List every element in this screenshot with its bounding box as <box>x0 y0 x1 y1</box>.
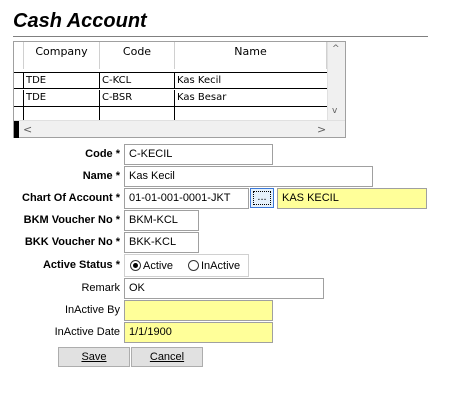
name-field[interactable]: Kas Kecil <box>124 166 373 187</box>
bkm-voucher-label: BKM Voucher No * <box>23 214 120 226</box>
column-header-code[interactable]: Code <box>100 42 175 69</box>
inactive-date-field: 1/1/1900 <box>124 322 273 343</box>
row-selector[interactable] <box>14 73 24 89</box>
window-title: Cash Account <box>13 10 147 32</box>
cell-code[interactable]: C-KCL <box>100 73 175 89</box>
scroll-up-icon[interactable]: ^ <box>332 44 340 54</box>
bkk-voucher-label: BKK Voucher No * <box>24 236 120 248</box>
cancel-button[interactable]: Cancel <box>131 347 203 367</box>
code-field[interactable]: C-KECIL <box>124 144 273 165</box>
active-status-label: Active Status * <box>42 259 120 271</box>
chart-of-account-label: Chart Of Account * <box>22 192 120 204</box>
row-selector-header <box>14 42 24 69</box>
radio-checked-icon[interactable] <box>130 260 141 271</box>
scroll-down-icon[interactable]: v <box>332 106 337 116</box>
save-button-label: Save <box>81 351 107 363</box>
bkk-voucher-field[interactable]: BKK-KCL <box>124 232 199 253</box>
radio-active[interactable]: Active <box>130 260 173 272</box>
cash-account-grid[interactable]: Company Code Name TDE C-KCL Kas Kecil TD… <box>13 41 346 138</box>
column-header-company[interactable]: Company <box>24 42 100 69</box>
table-row[interactable]: TDE C-KCL Kas Kecil <box>14 72 327 89</box>
scrollbar-edge <box>14 121 19 138</box>
cancel-button-label: Cancel <box>149 351 185 363</box>
radio-inactive[interactable]: InActive <box>188 260 240 272</box>
inactive-by-field <box>124 300 273 321</box>
radio-unchecked-icon[interactable] <box>188 260 199 271</box>
name-label: Name * <box>82 170 120 182</box>
chart-of-account-description: KAS KECIL <box>277 188 427 209</box>
scroll-right-icon[interactable]: > <box>317 123 326 136</box>
chart-of-account-browse-button[interactable]: ... <box>250 188 274 208</box>
radio-active-label[interactable]: Active <box>143 260 173 272</box>
cell-name[interactable]: Kas Kecil <box>175 73 327 89</box>
horizontal-scrollbar[interactable]: < > <box>14 120 345 138</box>
column-header-name[interactable]: Name <box>175 42 327 69</box>
title-divider <box>13 36 428 37</box>
cell-name[interactable]: Kas Besar <box>175 90 327 106</box>
inactive-by-label: InActive By <box>64 304 120 316</box>
table-row[interactable]: TDE C-BSR Kas Besar <box>14 90 327 107</box>
grid-header: Company Code Name <box>14 42 327 69</box>
remark-label: Remark <box>81 282 120 294</box>
cell-code[interactable]: C-BSR <box>100 90 175 106</box>
save-button[interactable]: Save <box>58 347 130 367</box>
browse-button-label: ... <box>253 191 271 205</box>
bkm-voucher-field[interactable]: BKM-KCL <box>124 210 199 231</box>
remark-field[interactable]: OK <box>124 278 324 299</box>
row-selector[interactable] <box>14 90 24 106</box>
code-label: Code * <box>85 148 120 160</box>
vertical-scrollbar[interactable]: ^ v <box>327 42 345 121</box>
cell-company[interactable]: TDE <box>24 90 100 106</box>
chart-of-account-field[interactable]: 01-01-001-0001-JKT <box>124 188 249 209</box>
inactive-date-label: InActive Date <box>54 326 120 338</box>
scroll-left-icon[interactable]: < <box>23 123 32 136</box>
radio-inactive-label[interactable]: InActive <box>201 260 240 272</box>
active-status-group: Active InActive <box>124 254 249 277</box>
cell-company[interactable]: TDE <box>24 73 100 89</box>
